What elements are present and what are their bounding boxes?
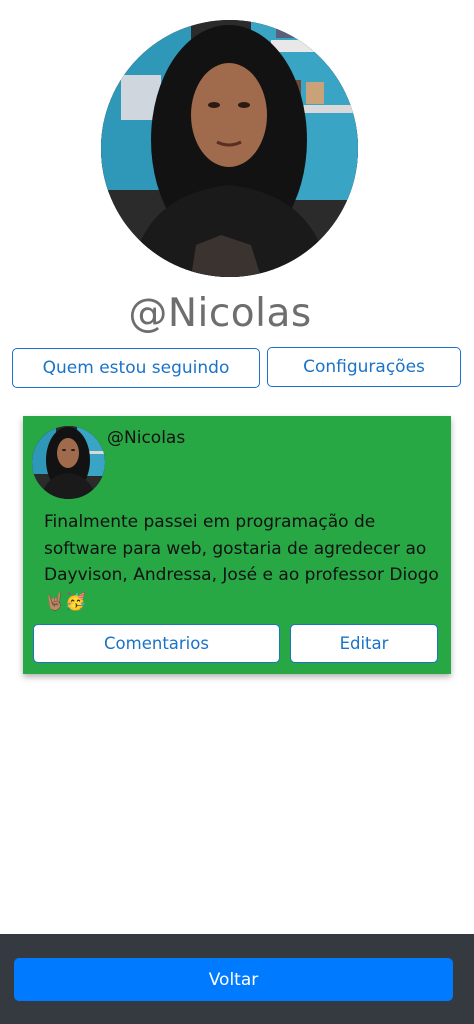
post-author-avatar — [32, 426, 105, 499]
following-button[interactable]: Quem estou seguindo — [12, 348, 260, 388]
profile-avatar — [101, 20, 358, 277]
edit-button[interactable]: Editar — [290, 624, 438, 663]
back-button[interactable]: Voltar — [14, 958, 453, 1001]
post-text: Finalmente passei em programação de soft… — [44, 509, 444, 615]
post-card: @Nicolas Finalmente passei em programaçã… — [23, 416, 451, 674]
post-emojis: 🤘🏽🥳 — [44, 591, 87, 612]
comments-button[interactable]: Comentarios — [33, 624, 280, 663]
profile-username: @Nicolas — [128, 291, 312, 336]
profile-photo — [101, 20, 358, 277]
footer-bar: Voltar — [0, 934, 474, 1024]
settings-button[interactable]: Configurações — [267, 347, 461, 387]
post-author-name: @Nicolas — [107, 428, 186, 448]
post-body: Finalmente passei em programação de soft… — [44, 512, 439, 585]
post-author-photo — [32, 426, 105, 499]
